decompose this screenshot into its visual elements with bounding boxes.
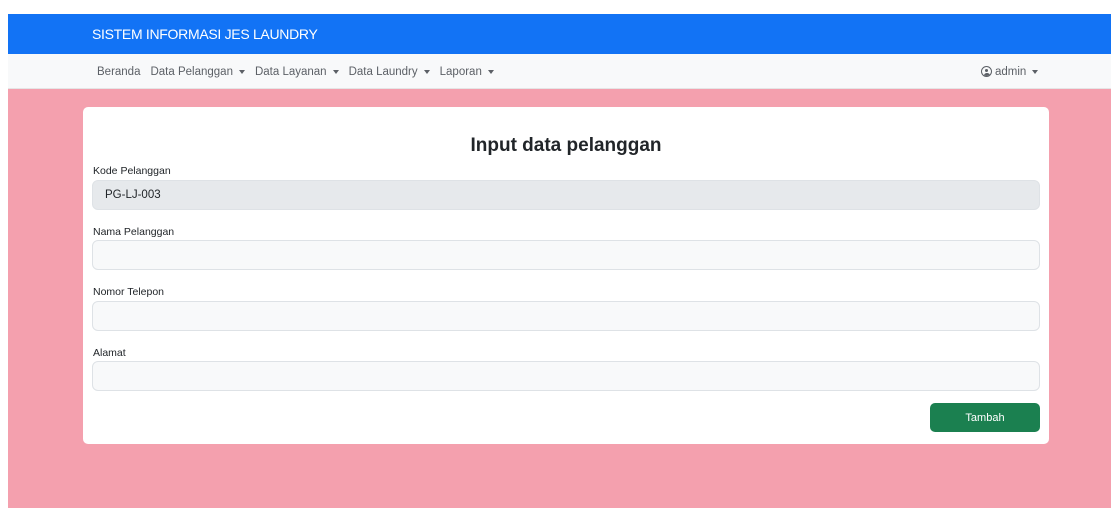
nomor-telepon-label: Nomor Telepon	[93, 286, 165, 298]
nav-item-label: Data Pelanggan	[150, 65, 233, 78]
kode-pelanggan-label: Kode Pelanggan	[93, 165, 171, 177]
nomor-telepon-input[interactable]	[92, 301, 1040, 331]
navbar: Beranda Data Pelanggan Data Layanan Data…	[8, 54, 1111, 89]
nav-item-data-laundry[interactable]: Data Laundry	[349, 66, 430, 78]
nav-item-laporan[interactable]: Laporan	[440, 66, 494, 78]
caret-down-icon	[423, 69, 430, 74]
app-header: SISTEM INFORMASI JES LAUNDRY	[8, 14, 1111, 54]
form-title: Input data pelanggan	[470, 135, 662, 156]
nav-item-label: Data Laundry	[348, 65, 418, 78]
nav-item-data-layanan[interactable]: Data Layanan	[255, 66, 339, 78]
nav-item-label: Laporan	[439, 65, 482, 78]
form-card: Input data pelanggan Kode Pelanggan Nama…	[83, 107, 1049, 444]
nav-item-label: Beranda	[97, 65, 141, 78]
user-circle-icon	[981, 66, 992, 77]
app-title: SISTEM INFORMASI JES LAUNDRY	[92, 26, 318, 42]
caret-down-icon	[332, 69, 339, 74]
caret-down-icon	[487, 69, 494, 74]
nav-item-data-pelanggan[interactable]: Data Pelanggan	[150, 65, 245, 78]
nama-pelanggan-input[interactable]	[92, 240, 1040, 270]
user-menu[interactable]: admin	[981, 54, 1039, 89]
kode-pelanggan-input[interactable]	[92, 180, 1040, 210]
nav-item-beranda[interactable]: Beranda	[97, 66, 140, 78]
nama-pelanggan-label: Nama Pelanggan	[93, 226, 175, 238]
nav-item-label: Data Layanan	[254, 65, 327, 78]
caret-down-icon	[238, 69, 245, 74]
user-menu-label: admin	[995, 65, 1027, 78]
nav-menu: Beranda Data Pelanggan Data Layanan Data…	[97, 54, 494, 89]
caret-down-icon	[1032, 69, 1039, 74]
tambah-button[interactable]: Tambah	[930, 403, 1040, 432]
main-content: Input data pelanggan Kode Pelanggan Nama…	[8, 89, 1111, 508]
alamat-label: Alamat	[93, 347, 126, 359]
alamat-input[interactable]	[92, 361, 1040, 391]
